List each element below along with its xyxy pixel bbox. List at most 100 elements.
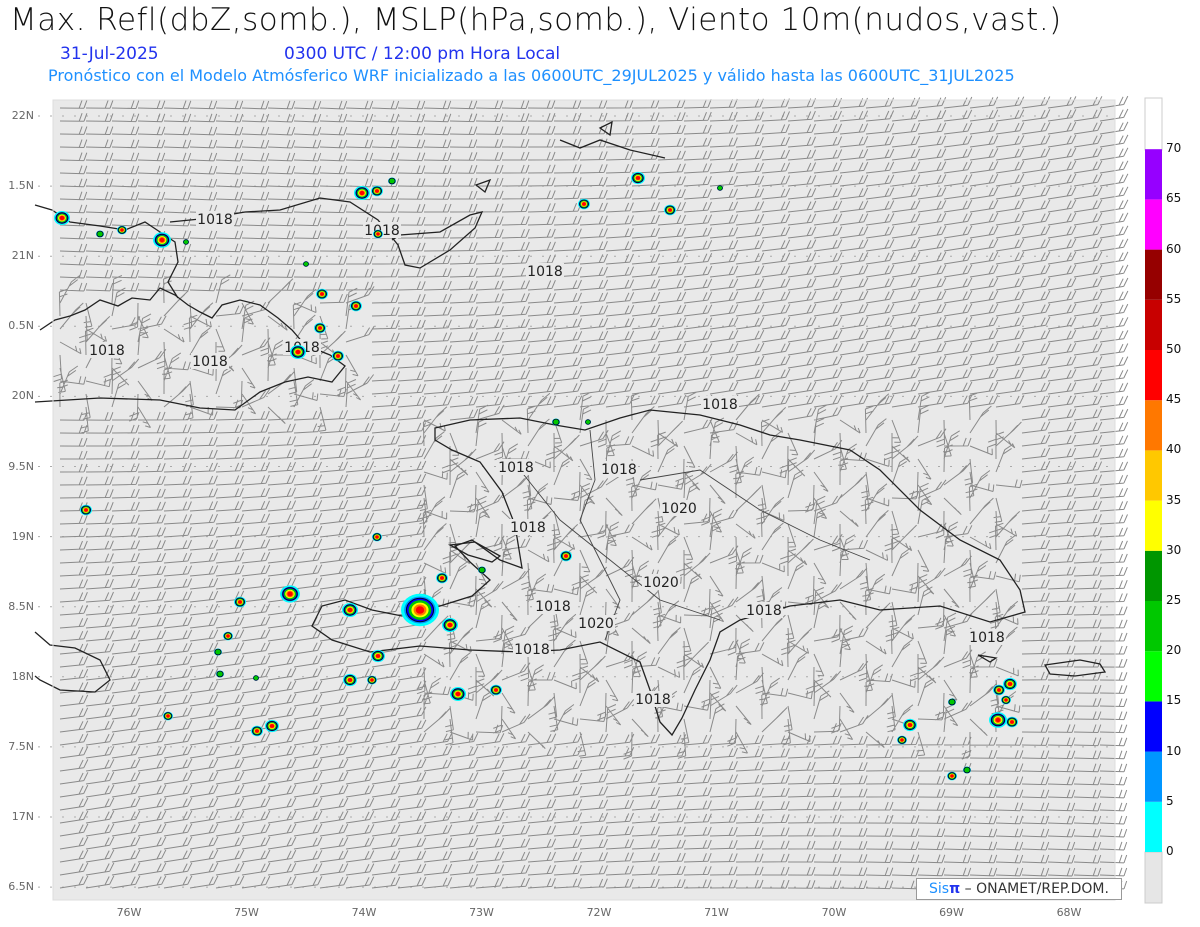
cell-contour <box>389 178 395 184</box>
colorbar-label: 50 <box>1166 342 1182 356</box>
weather-map: 1018 1018 1018 1018 1018 1018 1018 1018 1018 1020… <box>34 95 1163 904</box>
cell-contour <box>440 576 444 580</box>
storm-cell <box>371 185 383 197</box>
colorbar-swatch <box>1145 550 1162 601</box>
cell-contour <box>226 634 230 638</box>
lon-label: 76W <box>116 906 142 919</box>
colorbar-label: 10 <box>1166 743 1182 758</box>
pressure-label: 1020 <box>643 575 679 591</box>
storm-cell <box>372 532 382 542</box>
storm-cell <box>578 198 590 210</box>
colorbar-swatch <box>1145 751 1162 802</box>
cell-contour <box>635 176 641 180</box>
colorbar-swatch <box>1145 450 1162 501</box>
storm-cell <box>552 418 560 426</box>
lon-label: 69W <box>939 906 964 919</box>
storm-cell <box>354 186 370 200</box>
cell-contour <box>582 202 586 206</box>
colorbar-swatch <box>1145 601 1162 652</box>
storm-cell <box>442 618 458 632</box>
cell-contour <box>215 649 221 655</box>
storm-cell <box>342 603 358 617</box>
cell-contour <box>120 228 124 232</box>
colorbar-swatch <box>1145 651 1162 702</box>
cell-contour <box>166 714 170 718</box>
lon-label: 75W <box>234 906 259 919</box>
cell-contour <box>585 420 591 424</box>
lat-label: 21N <box>11 249 34 263</box>
colorbar-swatch <box>1145 801 1162 852</box>
cell-contour <box>995 717 1001 723</box>
colorbar-swatch <box>1145 299 1162 350</box>
pressure-label: 1018 <box>197 212 233 228</box>
storm-cell <box>234 596 246 608</box>
cell-contour <box>907 723 913 727</box>
pressure-label: 1018 <box>89 343 125 359</box>
cell-contour <box>376 232 380 236</box>
storm-cell <box>664 204 676 216</box>
storm-cell <box>989 712 1007 728</box>
storm-cell <box>1006 716 1018 728</box>
cell-contour <box>494 688 498 692</box>
storm-cell <box>1001 695 1011 705</box>
cell-contour <box>1007 682 1013 686</box>
storm-cell <box>478 566 486 574</box>
storm-cell <box>253 675 259 681</box>
credit-text: – ONAMET/REP.DOM. <box>960 881 1109 897</box>
pressure-label: 1018 <box>746 603 782 619</box>
storm-cell <box>401 593 439 627</box>
cell-contour <box>303 262 309 266</box>
cell-contour <box>318 326 322 330</box>
colorbar-swatch <box>1145 199 1162 250</box>
colorbar-swatch <box>1145 149 1162 200</box>
storm-cell <box>54 211 70 225</box>
cell-contour <box>347 607 353 613</box>
storm-cell <box>316 288 328 300</box>
colorbar-label: 70 <box>1166 141 1182 156</box>
cell-contour <box>97 231 103 237</box>
cell-contour <box>347 678 353 682</box>
cell-contour <box>84 508 88 512</box>
storm-cell <box>216 670 224 678</box>
pressure-label: 1018 <box>635 692 671 708</box>
pressure-label: 1018 <box>969 630 1005 646</box>
colorbar-label: 40 <box>1166 442 1182 457</box>
storm-cell <box>993 684 1005 696</box>
lon-label: 74W <box>351 906 377 919</box>
pressure-label: 1018 <box>510 520 546 536</box>
colorbar-label: 45 <box>1166 392 1182 407</box>
cell-contour <box>949 699 955 705</box>
lat-label: 17N <box>11 810 34 823</box>
storm-cell <box>163 711 173 721</box>
lat-label: 7.5N <box>8 739 34 753</box>
storm-cell <box>560 550 572 562</box>
storm-cell <box>631 171 645 185</box>
lat-label: 22N <box>11 109 34 122</box>
colorbar-label: 60 <box>1166 241 1182 256</box>
colorbar-swatch <box>1145 249 1162 300</box>
storm-cell <box>388 177 396 185</box>
lat-label: 6.5N <box>8 880 34 894</box>
cell-contour <box>717 186 723 190</box>
lon-label: 70W <box>821 906 847 919</box>
colorbar-under <box>1144 851 1163 904</box>
lon-label: 71W <box>704 906 729 919</box>
storm-cell <box>897 735 907 745</box>
storm-cell <box>80 504 92 516</box>
cell-contour <box>287 591 293 597</box>
storm-cell <box>585 419 591 425</box>
cell-contour <box>564 554 568 558</box>
storm-cell <box>436 572 448 584</box>
cell-contour <box>269 724 275 728</box>
lat-label: 1.5N <box>8 179 34 193</box>
storm-cell <box>350 300 362 312</box>
credit-brand: Sis <box>929 881 950 897</box>
cell-contour <box>183 240 189 244</box>
credit-brand-pi: π <box>949 881 961 897</box>
cell-contour <box>900 738 904 742</box>
colorbar-label: 30 <box>1166 542 1182 557</box>
storm-cell <box>117 225 127 235</box>
colorbar-label: 0 <box>1166 844 1174 858</box>
storm-cell <box>332 350 344 362</box>
colorbar-label: 25 <box>1166 593 1182 607</box>
